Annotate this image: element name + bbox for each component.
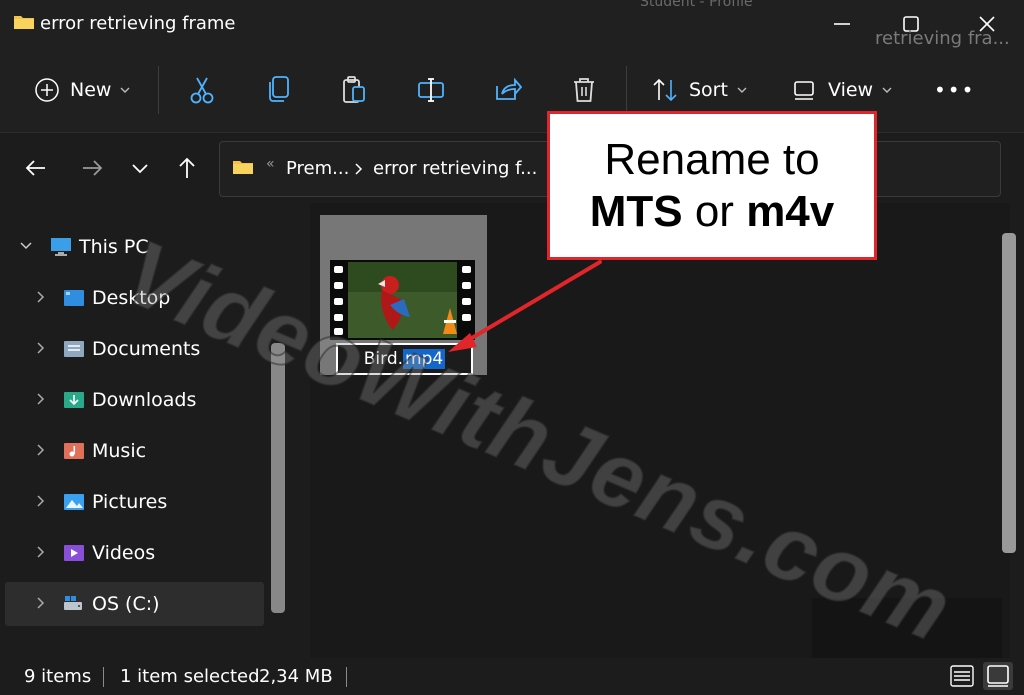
breadcrumb-item[interactable]: Prem... bbox=[286, 158, 349, 179]
file-item-selected[interactable]: Bird. mp4 bbox=[320, 215, 487, 375]
sidebar-item-label: Pictures bbox=[92, 491, 168, 513]
rename-icon[interactable] bbox=[417, 74, 445, 106]
chevron-right-icon[interactable] bbox=[34, 545, 48, 559]
desktop-icon bbox=[64, 290, 84, 306]
sidebar-item-label: Downloads bbox=[92, 389, 197, 411]
pictures-icon bbox=[64, 494, 84, 510]
sidebar-item-label: OS (C:) bbox=[92, 593, 160, 615]
status-divider bbox=[103, 667, 104, 687]
chevron-right-icon[interactable] bbox=[34, 290, 48, 304]
chevron-right-icon[interactable] bbox=[34, 596, 48, 610]
recent-locations-chevron-icon[interactable] bbox=[127, 155, 153, 181]
chevron-right-icon[interactable] bbox=[34, 494, 48, 508]
chevron-down-icon bbox=[882, 87, 892, 93]
sidebar-item-downloads[interactable]: Downloads bbox=[0, 378, 265, 422]
selection-size: 2,34 MB bbox=[259, 666, 333, 687]
status-divider bbox=[346, 667, 347, 687]
details-view-icon[interactable] bbox=[947, 662, 977, 690]
sidebar-item-label: Documents bbox=[92, 338, 201, 360]
search-field[interactable]: retrieving fra... bbox=[875, 28, 1010, 49]
callout-connector: or bbox=[682, 186, 747, 236]
new-label: New bbox=[70, 79, 112, 101]
minimize-button[interactable] bbox=[830, 12, 854, 36]
callout-options: MTS or m4v bbox=[590, 186, 835, 238]
chevron-right-icon[interactable] bbox=[34, 392, 48, 406]
chevron-down-icon bbox=[120, 87, 130, 93]
status-bar: 9 items 1 item selected 2,34 MB bbox=[0, 658, 1024, 695]
chevron-right-icon bbox=[355, 163, 363, 175]
sidebar-item-label: Desktop bbox=[92, 287, 171, 309]
breadcrumb-overflow[interactable]: « bbox=[266, 156, 275, 172]
chevron-down-icon[interactable] bbox=[19, 239, 33, 253]
drive-icon bbox=[64, 596, 82, 610]
chevron-right-icon[interactable] bbox=[34, 443, 48, 457]
content-scrollbar[interactable] bbox=[1002, 233, 1016, 553]
sidebar-item-os-drive[interactable]: OS (C:) bbox=[5, 582, 264, 626]
sidebar-item-desktop[interactable]: Desktop bbox=[0, 276, 265, 320]
large-icons-view-icon[interactable] bbox=[983, 662, 1013, 690]
toolbar-divider bbox=[626, 66, 627, 114]
toolbar-divider bbox=[158, 66, 159, 114]
folder-icon bbox=[233, 161, 253, 174]
filename-base: Bird. bbox=[363, 349, 404, 369]
documents-icon bbox=[64, 341, 84, 357]
sort-button[interactable]: Sort bbox=[651, 74, 748, 106]
sort-icon bbox=[653, 78, 677, 102]
chevron-down-icon bbox=[737, 87, 747, 93]
annotation-callout: Rename to MTS or m4v bbox=[547, 111, 877, 260]
navigation-pane: This PC Desktop Documents Downloads Musi… bbox=[0, 203, 295, 658]
callout-heading: Rename to bbox=[604, 134, 820, 184]
sidebar-item-label: Music bbox=[92, 440, 147, 462]
video-thumbnail bbox=[330, 260, 475, 340]
sidebar-item-videos[interactable]: Videos bbox=[0, 531, 265, 575]
downloads-icon bbox=[64, 392, 84, 408]
view-label: View bbox=[828, 79, 874, 101]
file-list: Bird. mp4 bbox=[310, 203, 1016, 658]
up-arrow-icon[interactable] bbox=[174, 155, 200, 181]
callout-option-m4v: m4v bbox=[746, 186, 835, 236]
details-pane-background bbox=[812, 598, 1002, 658]
breadcrumb-item[interactable]: error retrieving f... bbox=[373, 158, 537, 179]
sidebar-item-documents[interactable]: Documents bbox=[0, 327, 265, 371]
window-title: error retrieving frame bbox=[40, 13, 236, 34]
music-icon bbox=[64, 443, 84, 459]
rename-field[interactable]: Bird. mp4 bbox=[336, 343, 473, 375]
callout-option-mts: MTS bbox=[589, 186, 683, 236]
sidebar-scrollbar[interactable] bbox=[271, 343, 285, 613]
videos-icon bbox=[64, 545, 84, 561]
back-arrow-icon[interactable] bbox=[23, 155, 49, 181]
sidebar-item-this-pc[interactable]: This PC bbox=[0, 225, 265, 269]
share-icon[interactable] bbox=[494, 74, 522, 106]
more-options-icon: ••• bbox=[934, 78, 976, 102]
background-window-title: Student - Profile bbox=[640, 0, 753, 10]
sidebar-item-label: This PC bbox=[79, 236, 149, 258]
folder-icon bbox=[14, 16, 34, 29]
more-options-button[interactable]: ••• bbox=[934, 74, 975, 106]
chevron-right-icon[interactable] bbox=[34, 341, 48, 355]
sort-label: Sort bbox=[689, 79, 728, 101]
delete-icon[interactable] bbox=[571, 74, 597, 106]
plus-circle-icon bbox=[35, 78, 59, 102]
this-pc-icon bbox=[51, 238, 71, 256]
sidebar-item-music[interactable]: Music bbox=[0, 429, 265, 473]
item-count: 9 items bbox=[24, 666, 92, 687]
sidebar-item-label: Videos bbox=[92, 542, 156, 564]
sidebar-item-pictures[interactable]: Pictures bbox=[0, 480, 265, 524]
paste-icon[interactable] bbox=[341, 74, 367, 106]
forward-arrow-icon[interactable] bbox=[79, 155, 105, 181]
filename-extension-selected: mp4 bbox=[403, 349, 446, 369]
view-button[interactable]: View bbox=[792, 74, 893, 106]
file-explorer-window: error retrieving frame Student - Profile… bbox=[0, 0, 1024, 695]
selection-count: 1 item selected bbox=[120, 666, 260, 687]
cut-icon[interactable] bbox=[188, 74, 216, 106]
new-button[interactable]: New bbox=[34, 74, 131, 106]
copy-icon[interactable] bbox=[266, 74, 292, 106]
title-bar: error retrieving frame Student - Profile bbox=[0, 0, 1024, 48]
view-icon bbox=[794, 81, 814, 100]
